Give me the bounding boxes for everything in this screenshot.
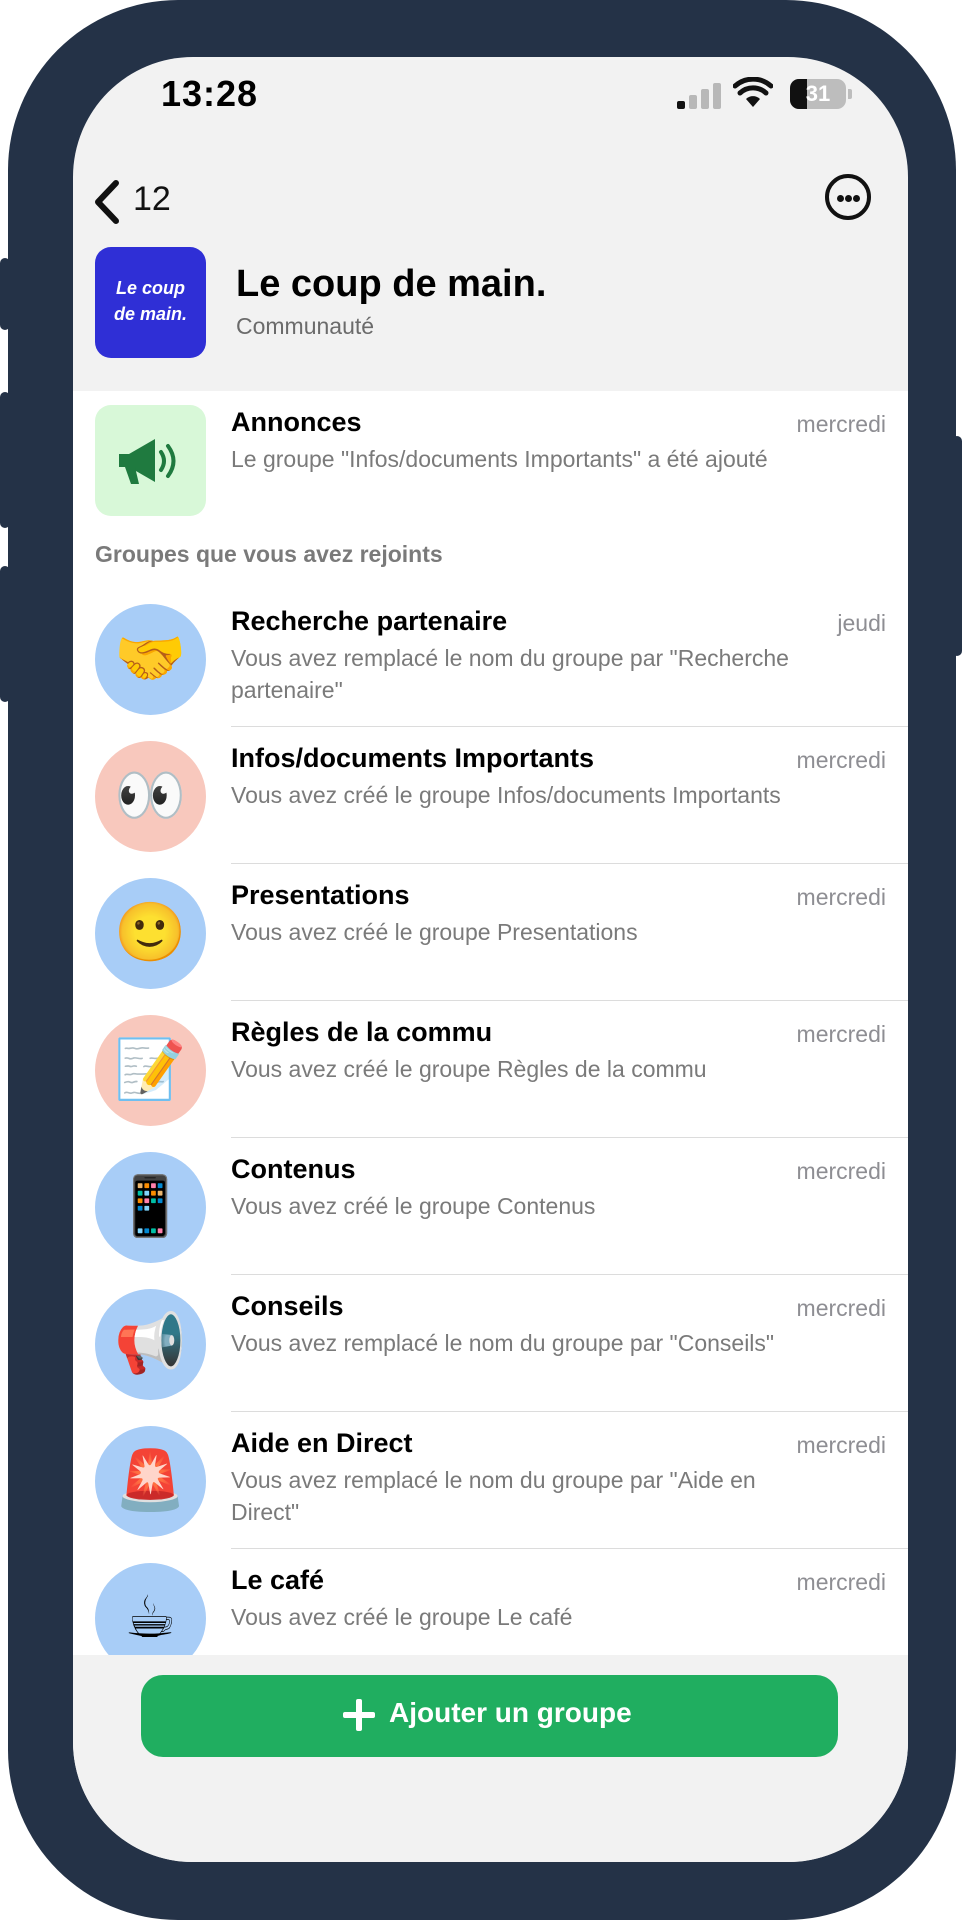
group-title: Aide en Direct [231,1428,413,1458]
group-date: mercredi [796,1295,886,1321]
megaphone-icon [119,439,176,484]
group-title: Presentations [231,880,410,910]
group-preview: Vous avez remplacé le nom du groupe par … [231,645,789,703]
battery-tip [848,89,852,99]
group-date: mercredi [796,747,886,773]
add-group-button[interactable]: Ajouter un groupe [141,1675,838,1757]
group-avatar: 🚨 [95,1426,206,1537]
community-logo-line2: de main. [113,304,188,324]
group-preview: Vous avez remplacé le nom du groupe par … [231,1467,756,1525]
group-avatar: 🙂 [95,878,206,989]
phone-frame: 13:28 31 12 Le coup de main. Le coup de … [0,0,962,1920]
announcements-title: Annonces [231,407,362,437]
add-group-label: Ajouter un groupe [389,1697,632,1728]
group-avatar: 📢 [95,1289,206,1400]
group-date: mercredi [796,1158,886,1184]
announcements-icon-tile [95,405,206,516]
group-row[interactable]: 👀 Infos/documents Importants mercredi Vo… [73,727,908,864]
group-avatar: 🤝 [95,604,206,715]
coffee-icon: ☕ [124,1585,177,1650]
group-row[interactable]: 🚨 Aide en Direct mercredi Vous avez remp… [73,1412,908,1549]
group-avatar: 📝 [95,1015,206,1126]
announcements-preview: Le groupe "Infos/documents Importants" a… [231,446,768,472]
status-time: 13:28 [161,73,259,114]
volume-up-button [0,392,10,528]
group-preview: Vous avez créé le groupe Règles de la co… [231,1056,707,1082]
groups-list: Annonces mercredi Le groupe "Infos/docum… [73,391,908,1655]
mobile-phone-icon: 📱 [114,1174,187,1239]
group-row[interactable]: 🙂 Presentations mercredi Vous avez créé … [73,864,908,1001]
siren-icon: 🚨 [114,1448,187,1513]
group-avatar: ☕ [95,1563,206,1655]
group-preview: Vous avez remplacé le nom du groupe par … [231,1330,775,1356]
group-date: jeudi [837,610,886,636]
group-title: Conseils [231,1291,344,1321]
more-options-icon[interactable] [825,174,871,220]
group-title: Infos/documents Importants [231,743,595,773]
joined-groups-section-label: Groupes que vous avez rejoints [95,541,443,567]
group-preview: Vous avez créé le groupe Contenus [231,1193,596,1219]
group-title: Règles de la commu [231,1017,493,1047]
group-date: mercredi [796,1569,886,1595]
smiley-icon: 🙂 [114,900,187,965]
group-title: Contenus [231,1154,356,1184]
cellular-signal-icon [677,81,723,109]
plus-icon [343,1699,375,1731]
group-title: Recherche partenaire [231,606,508,636]
community-logo-line1: Le coup [115,278,185,298]
community-subtitle: Communauté [236,313,375,339]
status-bar: 13:28 31 [73,57,908,137]
group-avatar: 👀 [95,741,206,852]
community-header: Le coup de main. Le coup de main. Commun… [73,247,908,387]
back-chevron-icon[interactable] [88,179,128,225]
power-button [952,436,962,656]
group-row[interactable]: 🤝 Recherche partenaire jeudi Vous avez r… [73,590,908,727]
group-row[interactable]: 📱 Contenus mercredi Vous avez créé le gr… [73,1138,908,1275]
community-logo: Le coup de main. [95,247,206,358]
group-row[interactable]: ☕ Le café mercredi Vous avez créé le gro… [73,1549,908,1655]
group-date: mercredi [796,1432,886,1458]
mute-switch [0,258,10,330]
loudspeaker-icon: 📢 [114,1311,187,1376]
navigation-bar: 12 [73,157,908,237]
group-row[interactable]: 📝 Règles de la commu mercredi Vous avez … [73,1001,908,1138]
group-date: mercredi [796,884,886,910]
memo-icon: 📝 [114,1037,187,1102]
back-unread-count[interactable]: 12 [133,180,171,219]
wifi-icon [733,77,773,107]
battery-level: 31 [805,81,831,106]
handshake-icon: 🤝 [114,626,187,691]
screen: 13:28 31 12 Le coup de main. Le coup de … [73,57,908,1862]
announcements-date: mercredi [796,411,886,437]
group-preview: Vous avez créé le groupe Presentations [231,919,638,945]
group-avatar: 📱 [95,1152,206,1263]
group-row[interactable]: 📢 Conseils mercredi Vous avez remplacé l… [73,1275,908,1412]
group-title: Le café [231,1565,325,1595]
community-title: Le coup de main. [236,263,547,305]
battery-icon: 31 [790,79,846,109]
eyes-icon: 👀 [114,763,187,828]
volume-down-button [0,566,10,702]
footer: Ajouter un groupe [73,1655,908,1862]
group-preview: Vous avez créé le groupe Infos/documents… [231,782,781,808]
announcements-row[interactable]: Annonces mercredi Le groupe "Infos/docum… [73,391,908,528]
group-date: mercredi [796,1021,886,1047]
group-preview: Vous avez créé le groupe Le café [231,1604,573,1630]
